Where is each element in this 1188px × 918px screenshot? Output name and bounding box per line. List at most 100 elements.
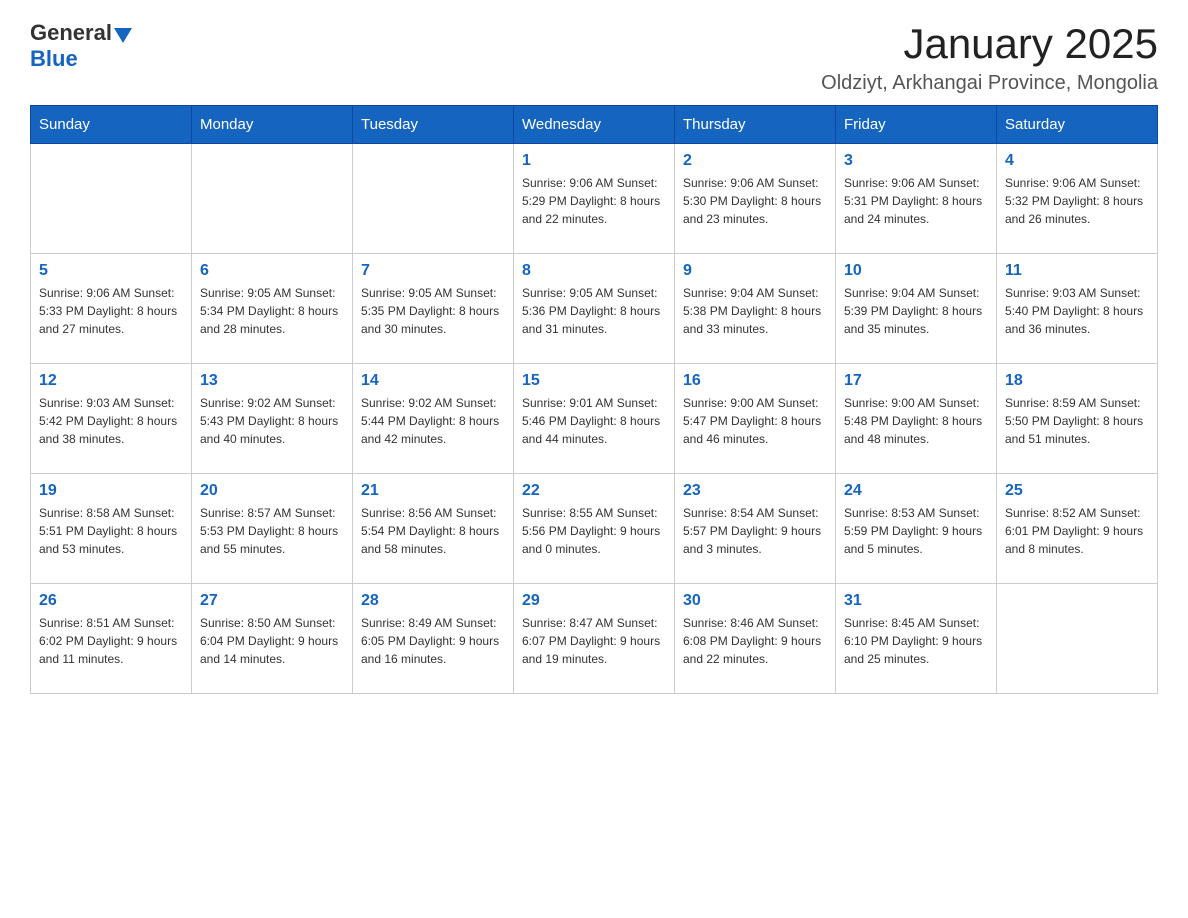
calendar-header-row: SundayMondayTuesdayWednesdayThursdayFrid… xyxy=(31,106,1158,144)
day-info: Sunrise: 9:04 AM Sunset: 5:38 PM Dayligh… xyxy=(683,284,827,338)
day-info: Sunrise: 9:06 AM Sunset: 5:29 PM Dayligh… xyxy=(522,174,666,228)
calendar-week-row: 26 Sunrise: 8:51 AM Sunset: 6:02 PM Dayli… xyxy=(31,584,1158,694)
day-number: 5 xyxy=(39,262,183,280)
calendar-week-row: 19 Sunrise: 8:58 AM Sunset: 5:51 PM Dayli… xyxy=(31,474,1158,584)
calendar-day-header: Sunday xyxy=(31,106,192,144)
day-number: 4 xyxy=(1005,152,1149,170)
day-info: Sunrise: 8:55 AM Sunset: 5:56 PM Dayligh… xyxy=(522,504,666,558)
calendar-day-cell: 4 Sunrise: 9:06 AM Sunset: 5:32 PM Daylig… xyxy=(997,144,1158,254)
day-number: 2 xyxy=(683,152,827,170)
calendar-day-cell: 8 Sunrise: 9:05 AM Sunset: 5:36 PM Daylig… xyxy=(514,254,675,364)
calendar-day-cell: 25Sunrise: 8:52 AM Sunset: 6:01 PM Dayli… xyxy=(997,474,1158,584)
day-number: 13 xyxy=(200,372,344,390)
calendar-day-cell: 30 Sunrise: 8:46 AM Sunset: 6:08 PM Dayli… xyxy=(675,584,836,694)
day-number: 14 xyxy=(361,372,505,390)
day-info: Sunrise: 9:02 AM Sunset: 5:43 PM Dayligh… xyxy=(200,394,344,448)
calendar-day-cell: 14 Sunrise: 9:02 AM Sunset: 5:44 PM Dayli… xyxy=(353,364,514,474)
calendar-day-cell: 2Sunrise: 9:06 AM Sunset: 5:30 PM Daylig… xyxy=(675,144,836,254)
calendar-day-header: Thursday xyxy=(675,106,836,144)
day-info: Sunrise: 9:00 AM Sunset: 5:47 PM Dayligh… xyxy=(683,394,827,448)
day-number: 29 xyxy=(522,592,666,610)
day-number: 3 xyxy=(844,152,988,170)
day-number: 19 xyxy=(39,482,183,500)
calendar-week-row: 1 Sunrise: 9:06 AM Sunset: 5:29 PM Daylig… xyxy=(31,144,1158,254)
calendar-day-cell: 13 Sunrise: 9:02 AM Sunset: 5:43 PM Dayli… xyxy=(192,364,353,474)
day-info: Sunrise: 9:00 AM Sunset: 5:48 PM Dayligh… xyxy=(844,394,988,448)
day-info: Sunrise: 9:01 AM Sunset: 5:46 PM Dayligh… xyxy=(522,394,666,448)
calendar-day-cell: 5 Sunrise: 9:06 AM Sunset: 5:33 PM Daylig… xyxy=(31,254,192,364)
calendar-day-cell xyxy=(192,144,353,254)
day-number: 16 xyxy=(683,372,827,390)
day-info: Sunrise: 9:05 AM Sunset: 5:34 PM Dayligh… xyxy=(200,284,344,338)
calendar-day-cell: 9Sunrise: 9:04 AM Sunset: 5:38 PM Daylig… xyxy=(675,254,836,364)
calendar-day-cell: 16 Sunrise: 9:00 AM Sunset: 5:47 PM Dayli… xyxy=(675,364,836,474)
day-info: Sunrise: 9:06 AM Sunset: 5:31 PM Dayligh… xyxy=(844,174,988,228)
day-info: Sunrise: 8:47 AM Sunset: 6:07 PM Dayligh… xyxy=(522,614,666,668)
day-info: Sunrise: 9:05 AM Sunset: 5:36 PM Dayligh… xyxy=(522,284,666,338)
calendar-day-cell: 23 Sunrise: 8:54 AM Sunset: 5:57 PM Dayli… xyxy=(675,474,836,584)
day-number: 20 xyxy=(200,482,344,500)
day-info: Sunrise: 8:59 AM Sunset: 5:50 PM Dayligh… xyxy=(1005,394,1149,448)
calendar-day-header: Friday xyxy=(836,106,997,144)
day-number: 7 xyxy=(361,262,505,280)
day-number: 26 xyxy=(39,592,183,610)
day-info: Sunrise: 9:06 AM Sunset: 5:32 PM Dayligh… xyxy=(1005,174,1149,228)
calendar-day-cell: 26 Sunrise: 8:51 AM Sunset: 6:02 PM Dayli… xyxy=(31,584,192,694)
calendar-table: SundayMondayTuesdayWednesdayThursdayFrid… xyxy=(30,105,1158,694)
logo-general-text: General xyxy=(30,20,112,46)
day-info: Sunrise: 8:54 AM Sunset: 5:57 PM Dayligh… xyxy=(683,504,827,558)
day-number: 15 xyxy=(522,372,666,390)
day-info: Sunrise: 8:58 AM Sunset: 5:51 PM Dayligh… xyxy=(39,504,183,558)
logo-triangle-icon xyxy=(114,28,132,43)
page-header: General Blue January 2025 Oldziyt, Arkha… xyxy=(30,20,1158,95)
day-info: Sunrise: 9:04 AM Sunset: 5:39 PM Dayligh… xyxy=(844,284,988,338)
day-info: Sunrise: 8:53 AM Sunset: 5:59 PM Dayligh… xyxy=(844,504,988,558)
calendar-day-cell: 24 Sunrise: 8:53 AM Sunset: 5:59 PM Dayli… xyxy=(836,474,997,584)
day-number: 12 xyxy=(39,372,183,390)
calendar-day-cell: 17 Sunrise: 9:00 AM Sunset: 5:48 PM Dayli… xyxy=(836,364,997,474)
day-info: Sunrise: 9:03 AM Sunset: 5:40 PM Dayligh… xyxy=(1005,284,1149,338)
logo-blue-text: Blue xyxy=(30,46,78,71)
day-number: 8 xyxy=(522,262,666,280)
day-number: 27 xyxy=(200,592,344,610)
month-title: January 2025 xyxy=(821,20,1158,68)
day-info: Sunrise: 8:46 AM Sunset: 6:08 PM Dayligh… xyxy=(683,614,827,668)
day-number: 18 xyxy=(1005,372,1149,390)
calendar-day-cell xyxy=(31,144,192,254)
day-info: Sunrise: 8:57 AM Sunset: 5:53 PM Dayligh… xyxy=(200,504,344,558)
day-info: Sunrise: 8:56 AM Sunset: 5:54 PM Dayligh… xyxy=(361,504,505,558)
day-info: Sunrise: 9:02 AM Sunset: 5:44 PM Dayligh… xyxy=(361,394,505,448)
calendar-day-cell: 28Sunrise: 8:49 AM Sunset: 6:05 PM Dayli… xyxy=(353,584,514,694)
day-number: 22 xyxy=(522,482,666,500)
day-number: 23 xyxy=(683,482,827,500)
calendar-day-cell: 27Sunrise: 8:50 AM Sunset: 6:04 PM Dayli… xyxy=(192,584,353,694)
calendar-day-cell: 3 Sunrise: 9:06 AM Sunset: 5:31 PM Daylig… xyxy=(836,144,997,254)
title-block: January 2025 Oldziyt, Arkhangai Province… xyxy=(821,20,1158,95)
day-number: 28 xyxy=(361,592,505,610)
calendar-day-cell: 21 Sunrise: 8:56 AM Sunset: 5:54 PM Dayli… xyxy=(353,474,514,584)
day-info: Sunrise: 9:06 AM Sunset: 5:33 PM Dayligh… xyxy=(39,284,183,338)
day-info: Sunrise: 8:52 AM Sunset: 6:01 PM Dayligh… xyxy=(1005,504,1149,558)
day-number: 30 xyxy=(683,592,827,610)
day-number: 17 xyxy=(844,372,988,390)
calendar-day-header: Saturday xyxy=(997,106,1158,144)
day-info: Sunrise: 9:05 AM Sunset: 5:35 PM Dayligh… xyxy=(361,284,505,338)
calendar-day-header: Tuesday xyxy=(353,106,514,144)
logo: General Blue xyxy=(30,20,132,72)
calendar-week-row: 12 Sunrise: 9:03 AM Sunset: 5:42 PM Dayli… xyxy=(31,364,1158,474)
calendar-day-header: Monday xyxy=(192,106,353,144)
day-info: Sunrise: 9:03 AM Sunset: 5:42 PM Dayligh… xyxy=(39,394,183,448)
day-number: 1 xyxy=(522,152,666,170)
calendar-day-cell: 31Sunrise: 8:45 AM Sunset: 6:10 PM Dayli… xyxy=(836,584,997,694)
day-info: Sunrise: 8:51 AM Sunset: 6:02 PM Dayligh… xyxy=(39,614,183,668)
day-number: 24 xyxy=(844,482,988,500)
calendar-day-header: Wednesday xyxy=(514,106,675,144)
calendar-day-cell: 7 Sunrise: 9:05 AM Sunset: 5:35 PM Daylig… xyxy=(353,254,514,364)
calendar-day-cell: 1 Sunrise: 9:06 AM Sunset: 5:29 PM Daylig… xyxy=(514,144,675,254)
day-number: 31 xyxy=(844,592,988,610)
calendar-day-cell: 22 Sunrise: 8:55 AM Sunset: 5:56 PM Dayli… xyxy=(514,474,675,584)
day-number: 10 xyxy=(844,262,988,280)
location-title: Oldziyt, Arkhangai Province, Mongolia xyxy=(821,72,1158,95)
day-number: 21 xyxy=(361,482,505,500)
calendar-day-cell: 11Sunrise: 9:03 AM Sunset: 5:40 PM Dayli… xyxy=(997,254,1158,364)
